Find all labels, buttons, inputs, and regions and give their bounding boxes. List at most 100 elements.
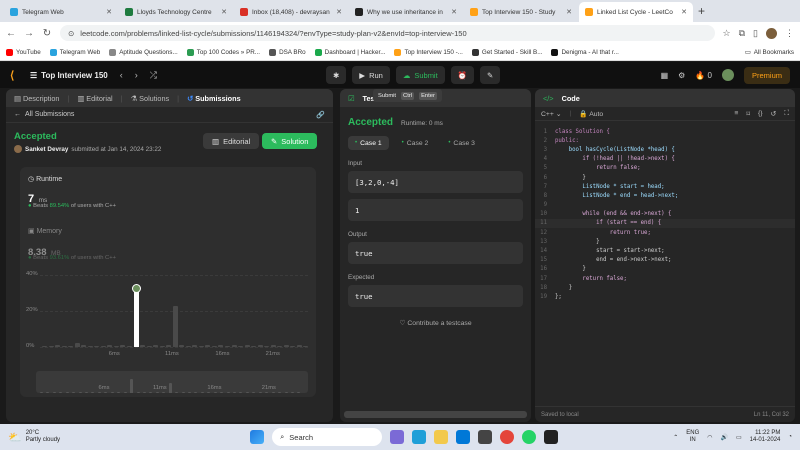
chart-bar[interactable] [146,346,152,347]
fullscreen-icon[interactable]: ⛶ [784,110,789,118]
link-icon[interactable]: 🔗 [316,111,325,119]
file-explorer-icon[interactable] [434,430,449,444]
case-tab[interactable]: • Case 2 [395,136,436,150]
settings-icon[interactable]: ⚙ [678,71,685,80]
run-button[interactable]: ▶ Run [352,66,390,84]
chart-bar[interactable] [290,346,296,347]
tab-submissions[interactable]: ↺ Submissions [187,94,241,103]
bookmark-item[interactable]: Top Interview 150 -... [394,48,463,56]
contribute-testcase-link[interactable]: ♡ Contribute a testcase [340,319,531,327]
layout-icon[interactable]: ▦ [661,71,669,80]
tab-editorial[interactable]: ▥ Editorial [77,94,112,103]
clock[interactable]: 11:22 PM 14-01-2024 [750,430,781,444]
chart-bar[interactable] [296,345,302,347]
battery-icon[interactable]: ▭ [736,434,742,441]
editorial-button[interactable]: ▥ Editorial [203,133,260,149]
close-tab-icon[interactable]: ✕ [106,8,112,16]
chart-bar[interactable] [81,345,87,347]
chart-bar[interactable] [303,346,309,347]
browser-tab[interactable]: Lloyds Technology Centre ✕ [119,2,233,22]
chart-bar[interactable] [277,346,283,347]
bookmark-item[interactable]: Top 100 Codes » PR... [186,48,260,56]
browser-tab[interactable]: Linked List Cycle - LeetCo ✕ [579,2,693,22]
chart-bar[interactable] [244,345,250,347]
chart-bar[interactable] [211,346,217,347]
chart-bar[interactable] [61,346,67,347]
chevron-up-icon[interactable]: ⌃ [673,434,678,441]
extensions-icon[interactable]: ⧉ [739,28,745,39]
chart-bar[interactable] [283,345,289,347]
chart-bar[interactable] [120,345,126,347]
chart-bar[interactable] [159,346,165,347]
chart-bar[interactable] [264,346,270,347]
chart-bar[interactable] [48,346,54,347]
code-editor[interactable]: 1 class Solution {2 public: 3 bool hasCycle… [535,127,795,302]
bookmark-item[interactable]: Get Started - Skill B... [471,48,542,56]
chart-bar[interactable] [55,345,61,347]
notes-icon[interactable]: ✎ [480,66,501,84]
next-problem-icon[interactable]: › [135,70,138,81]
bookmark-item[interactable]: DSA BRo [269,48,306,56]
chart-bar[interactable] [100,346,106,347]
bookmark-item[interactable]: Aptitude Questions... [109,48,178,56]
chart-bar[interactable] [172,305,178,347]
start-icon[interactable] [250,430,265,444]
format-icon[interactable]: ≡ [735,110,739,117]
url-field[interactable]: ⊙ leetcode.com/problems/linked-list-cycl… [60,25,715,41]
autocomplete-toggle[interactable]: 🔒 Auto [579,110,603,118]
premium-button[interactable]: Premium [743,66,790,84]
whatsapp-icon[interactable] [522,430,537,444]
task-view-icon[interactable] [390,430,405,444]
bookmark-icon[interactable]: ⌑ [746,110,750,118]
chart-bar[interactable] [257,345,263,347]
chart-bar[interactable] [185,346,191,347]
browser-menu-icon[interactable]: ⋮ [785,28,794,39]
forward-icon[interactable]: → [24,28,34,39]
browser-tab[interactable]: Telegram Web ✕ [4,2,118,22]
volume-icon[interactable]: 🔊 [721,434,728,441]
mid-horizontal-scrollbar[interactable] [344,411,527,418]
author-name[interactable]: Sanket Devray [25,146,68,153]
chart-bar[interactable] [238,346,244,347]
shuffle-icon[interactable]: ⤮ [150,70,157,81]
runtime-distribution-chart[interactable]: 40% 20% 0% 6ms 11ms 16ms 21ms [20,267,316,362]
browser-tab[interactable]: Why we use inheritance in ✕ [349,2,463,22]
edge-icon[interactable] [412,430,427,444]
timer-icon[interactable]: ⏰ [450,66,475,84]
close-tab-icon[interactable]: ✕ [221,8,227,16]
case-tab[interactable]: • Case 1 [348,136,389,150]
tab-solutions[interactable]: ⚗ Solutions [131,94,170,103]
chrome-icon[interactable] [500,430,515,444]
memory-label-row[interactable]: ▣ Memory [28,227,62,235]
chart-bar[interactable] [42,346,47,347]
chart-bar[interactable] [231,345,237,347]
chart-bar[interactable] [270,345,276,347]
chart-bar[interactable] [87,346,93,347]
chart-bar[interactable] [192,345,198,347]
notification-icon[interactable]: ◔ [788,434,792,440]
weather-widget[interactable]: ⛅ 20°C Partly cloudy [8,430,60,444]
chart-bar[interactable] [140,345,146,347]
runtime-range-slider[interactable]: 6ms 11ms 16ms 21ms [36,371,308,393]
app-icon[interactable] [478,430,493,444]
taskbar-search[interactable]: ⌕ Search [272,428,383,446]
back-arrow-icon[interactable]: ← [14,111,21,118]
new-tab-icon[interactable]: + [698,4,705,18]
case-tab[interactable]: • Case 3 [441,136,482,150]
leetcode-logo-icon[interactable]: ⟨ [10,69,22,82]
chart-bar[interactable] [225,346,231,347]
site-info-icon[interactable]: ⊙ [68,29,74,38]
study-plan-title[interactable]: ☰ Top Interview 150 [30,71,108,80]
vscode-icon[interactable] [456,430,471,444]
chart-bar[interactable] [218,345,224,347]
submit-button[interactable]: ☁ Submit [395,66,445,84]
chart-bar[interactable] [179,345,185,347]
all-submissions-link[interactable]: All Submissions [25,111,74,118]
wifi-icon[interactable]: ◠ [707,434,712,441]
chart-bar[interactable] [133,289,139,347]
profile-avatar[interactable] [766,27,777,39]
bookmark-item[interactable]: YouTube [6,48,41,56]
bookmark-item[interactable]: Denigma - AI that r... [551,48,619,56]
debug-icon[interactable]: ✱ [326,66,347,84]
chart-bar[interactable] [205,345,211,347]
